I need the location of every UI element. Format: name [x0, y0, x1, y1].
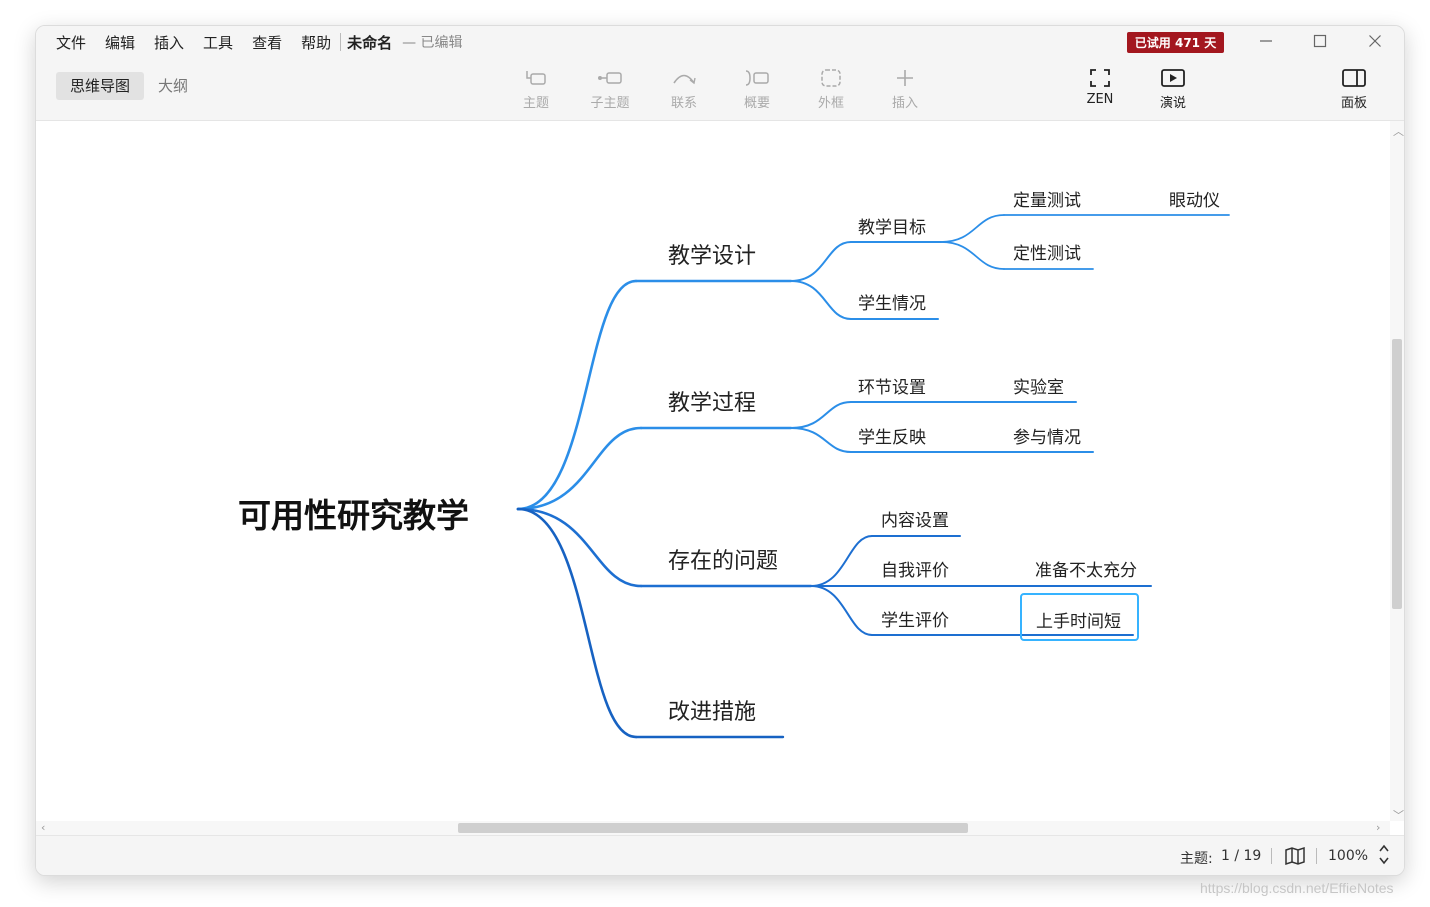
plus-icon: [897, 70, 913, 86]
topic-improvements[interactable]: 改进措施: [668, 694, 756, 726]
tab-mindmap[interactable]: 思维导图: [56, 72, 145, 100]
tab-outline[interactable]: 大纲: [144, 72, 202, 100]
map-view-button[interactable]: [1284, 846, 1306, 870]
vertical-scrollbar[interactable]: ︿ ﹀: [1390, 121, 1404, 823]
book-map-icon: [1285, 846, 1305, 866]
topic-qualitative-test[interactable]: 定性测试: [1013, 239, 1081, 264]
topic-laboratory[interactable]: 实验室: [1013, 373, 1064, 398]
subtopic-icon: [598, 72, 622, 84]
watermark-text: https://blog.csdn.net/EffieNotes: [1200, 880, 1394, 896]
menu-insert[interactable]: 插入: [154, 32, 184, 53]
title-bar: 文件 编辑 插入 工具 查看 帮助 未命名 — 已编辑 已试用 471 天 思维…: [36, 26, 1404, 121]
scroll-down-icon[interactable]: ﹀: [1393, 807, 1404, 823]
menu-view[interactable]: 查看: [252, 32, 282, 53]
scroll-right-icon[interactable]: ›: [1376, 821, 1380, 834]
chevron-up-down-icon: [1379, 844, 1389, 865]
topic-stage-setup[interactable]: 环节设置: [858, 373, 926, 398]
topic-self-evaluation[interactable]: 自我评价: [881, 556, 949, 581]
topic-student-situation[interactable]: 学生情况: [858, 289, 926, 314]
topic-student-feedback[interactable]: 学生反映: [858, 423, 926, 448]
presentation-play-icon: [1161, 69, 1185, 87]
topic-label: 主题: [522, 96, 549, 111]
topic-existing-problems[interactable]: 存在的问题: [668, 543, 778, 575]
status-divider: [1271, 848, 1272, 864]
trial-badge[interactable]: 已试用 471 天: [1127, 32, 1224, 53]
boundary-label: 外框: [817, 96, 844, 111]
menu-tools[interactable]: 工具: [203, 32, 233, 53]
topic-quick-onboarding[interactable]: 上手时间短: [1036, 607, 1121, 632]
minimize-button[interactable]: [1255, 30, 1277, 52]
subtopic-button[interactable]: 子主题: [582, 64, 638, 111]
topic-insufficient-preparation[interactable]: 准备不太充分: [1035, 556, 1137, 581]
horizontal-scroll-thumb[interactable]: [458, 823, 968, 833]
menu-file[interactable]: 文件: [56, 32, 86, 53]
document-status: — 已编辑: [402, 35, 463, 51]
topic-eye-tracker[interactable]: 眼动仪: [1169, 186, 1220, 211]
topic-student-evaluation[interactable]: 学生评价: [881, 606, 949, 631]
status-divider: [1316, 848, 1317, 864]
relationship-button[interactable]: 联系: [656, 64, 712, 111]
topic-count-value: 1 / 19: [1221, 848, 1262, 864]
document-title: 未命名: [347, 33, 393, 52]
view-tabs: 思维导图 大纲: [56, 72, 202, 100]
boundary-button[interactable]: 外框: [803, 64, 859, 111]
summary-icon: [745, 70, 769, 86]
minimize-icon: [1260, 40, 1272, 42]
panel-button[interactable]: 面板: [1326, 64, 1382, 111]
mindmap-canvas[interactable]: 可用性研究教学 教学设计 教学目标 定量测试 眼动仪 定性测试 学生情况 教学过…: [36, 121, 1390, 821]
status-bar: 主题: 1 / 19 100%: [36, 835, 1404, 875]
topic-teaching-goals[interactable]: 教学目标: [858, 213, 926, 238]
vertical-scroll-thumb[interactable]: [1392, 339, 1402, 609]
boundary-icon: [821, 69, 841, 87]
summary-label: 概要: [743, 96, 770, 111]
horizontal-scrollbar[interactable]: ‹ ›: [36, 821, 1390, 835]
present-button[interactable]: 演说: [1145, 64, 1201, 111]
topic-content-setup[interactable]: 内容设置: [881, 506, 949, 531]
close-button[interactable]: [1364, 30, 1386, 52]
app-window: 文件 编辑 插入 工具 查看 帮助 未命名 — 已编辑 已试用 471 天 思维…: [35, 25, 1405, 876]
topic-button[interactable]: 主题: [508, 64, 564, 111]
relationship-label: 联系: [670, 96, 697, 111]
zen-label: ZEN: [1086, 92, 1114, 107]
insert-button[interactable]: 插入: [877, 64, 933, 111]
insert-label: 插入: [891, 96, 918, 111]
summary-button[interactable]: 概要: [729, 64, 785, 111]
menu-divider: [340, 33, 342, 51]
maximize-icon: [1313, 34, 1327, 48]
fullscreen-icon: [1090, 69, 1110, 87]
relationship-icon: [673, 74, 696, 85]
topic-teaching-design[interactable]: 教学设计: [668, 238, 756, 270]
zoom-stepper[interactable]: [1378, 843, 1390, 871]
menu-edit[interactable]: 编辑: [105, 32, 135, 53]
topic-participation[interactable]: 参与情况: [1013, 423, 1081, 448]
scroll-left-icon[interactable]: ‹: [41, 821, 45, 834]
panel-label: 面板: [1340, 96, 1367, 111]
menu-help[interactable]: 帮助: [301, 32, 331, 53]
zen-button[interactable]: ZEN: [1072, 64, 1128, 107]
zoom-level[interactable]: 100%: [1328, 848, 1368, 864]
close-icon: [1369, 35, 1381, 47]
topic-quantitative-test[interactable]: 定量测试: [1013, 186, 1081, 211]
root-topic[interactable]: 可用性研究教学: [238, 489, 469, 537]
present-label: 演说: [1159, 96, 1186, 111]
menu-bar: 文件 编辑 插入 工具 查看 帮助 未命名 — 已编辑: [56, 31, 463, 53]
topic-icon: [526, 71, 546, 85]
topic-count-label: 主题:: [1180, 851, 1213, 867]
side-panel-icon: [1342, 69, 1366, 87]
subtopic-label: 子主题: [590, 96, 630, 111]
maximize-button[interactable]: [1309, 30, 1331, 52]
topic-teaching-process[interactable]: 教学过程: [668, 385, 756, 417]
scroll-up-icon[interactable]: ︿: [1393, 123, 1404, 139]
